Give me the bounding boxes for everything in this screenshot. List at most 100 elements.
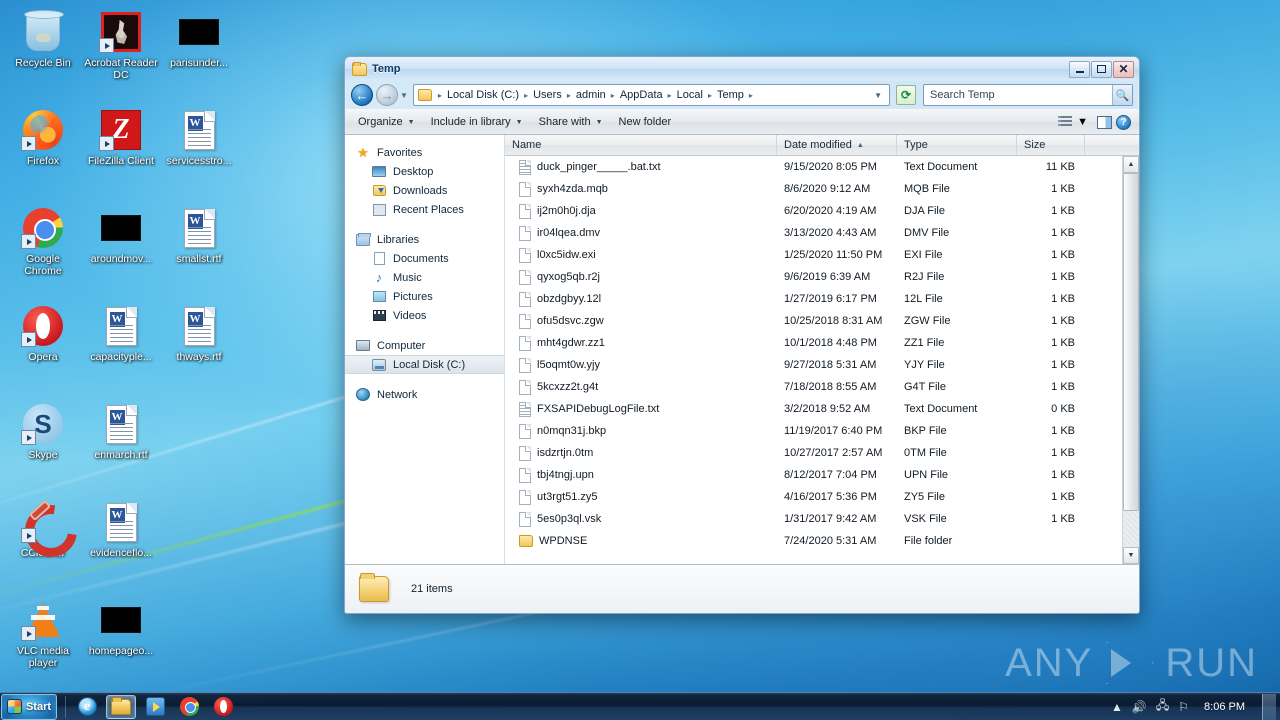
scrollbar-thumb[interactable] — [1123, 173, 1139, 511]
desktop-icon-parisunder[interactable]: parisunder... — [162, 6, 236, 102]
breadcrumb-item[interactable]: Temp — [715, 87, 746, 103]
clock[interactable]: 8:06 PM — [1198, 701, 1251, 713]
scroll-down-button[interactable]: ▼ — [1123, 547, 1139, 564]
taskbar-button-media-player[interactable] — [140, 695, 170, 719]
nav-group-favorites[interactable]: ★ Favorites — [345, 143, 504, 162]
sidebar-item-music[interactable]: ♪ Music — [345, 268, 504, 287]
breadcrumb-item[interactable]: Users — [531, 87, 564, 103]
desktop-icon-filezilla-client[interactable]: Z FileZilla Client — [84, 104, 158, 200]
table-row[interactable]: WPDNSE 7/24/2020 5:31 AM File folder — [505, 530, 1122, 552]
table-row[interactable]: obzdgbyy.12l 1/27/2019 6:17 PM 12L File 1 K… — [505, 288, 1122, 310]
desktop-icon-homepageo[interactable]: homepageo... — [84, 594, 158, 690]
address-dropdown-icon[interactable]: ▼ — [869, 91, 887, 100]
network-icon[interactable]: 🖧 — [1156, 696, 1169, 717]
desktop-icon-skype[interactable]: Skype — [6, 398, 80, 494]
desktop-icon-servicesstro[interactable]: Wservicesstro... — [162, 104, 236, 200]
desktop[interactable]: Recycle Bin Acrobat Reader DC parisunder..… — [0, 0, 1280, 720]
desktop-icon-enmarch-rtf[interactable]: Wenmarch.rtf — [84, 398, 158, 494]
column-header-type[interactable]: Type — [897, 135, 1017, 155]
address-bar[interactable]: ▸ Local Disk (C:) ▸ Users ▸ admin ▸ AppData ▸ Loc… — [412, 84, 890, 106]
include-in-library-button[interactable]: Include in library ▼ — [424, 113, 530, 131]
sidebar-item-documents[interactable]: Documents — [345, 249, 504, 268]
view-options-button[interactable]: ▼ — [1053, 114, 1093, 130]
minimize-button[interactable] — [1069, 60, 1090, 78]
maximize-button[interactable] — [1091, 60, 1112, 78]
sidebar-item-downloads[interactable]: Downloads — [345, 181, 504, 200]
table-row[interactable]: l0xc5idw.exi 1/25/2020 11:50 PM EXI File 1 … — [505, 244, 1122, 266]
organize-button[interactable]: Organize ▼ — [351, 113, 422, 131]
action-center-icon[interactable]: ⚐ — [1178, 700, 1189, 714]
file-rows[interactable]: duck_pinger_____.bat.txt 9/15/2020 8:05 P… — [505, 156, 1122, 564]
taskbar-button-windows-explorer[interactable] — [106, 694, 136, 719]
table-row[interactable]: FXSAPIDebugLogFile.txt 3/2/2018 9:52 AM Te… — [505, 398, 1122, 420]
sidebar-item-desktop[interactable]: Desktop — [345, 162, 504, 181]
scroll-up-button[interactable]: ▲ — [1123, 156, 1139, 173]
refresh-button[interactable]: ⟳ — [896, 85, 916, 105]
desktop-icon-recycle-bin[interactable]: Recycle Bin — [6, 6, 80, 102]
preview-pane-button[interactable] — [1097, 115, 1112, 129]
system-tray[interactable]: ▲ 🔊 🖧 ⚐ 8:06 PM — [1111, 693, 1280, 720]
desktop-icon-acrobat-reader-dc[interactable]: Acrobat Reader DC — [84, 6, 158, 102]
desktop-icon-firefox[interactable]: Firefox — [6, 104, 80, 200]
desktop-icon-vlc-media-player[interactable]: VLC media player — [6, 594, 80, 690]
sidebar-item-local-disk-c[interactable]: Local Disk (C:) — [345, 355, 504, 374]
vertical-scrollbar[interactable]: ▲ ▼ — [1122, 156, 1139, 564]
column-header-size[interactable]: Size — [1017, 135, 1085, 155]
title-bar[interactable]: Temp ✕ — [345, 57, 1139, 81]
desktop-icon-ccleaner[interactable]: CCleaner — [6, 496, 80, 592]
desktop-icon-thways-rtf[interactable]: Wthways.rtf — [162, 300, 236, 396]
table-row[interactable]: ut3rgt51.zy5 4/16/2017 5:36 PM ZY5 File 1 K… — [505, 486, 1122, 508]
table-row[interactable]: ir04lqea.dmv 3/13/2020 4:43 AM DMV File 1 K… — [505, 222, 1122, 244]
help-button[interactable]: ? — [1116, 114, 1131, 130]
taskbar-button-google-chrome[interactable] — [174, 695, 204, 719]
close-button[interactable]: ✕ — [1113, 60, 1134, 78]
new-folder-button[interactable]: New folder — [612, 113, 679, 131]
share-with-button[interactable]: Share with ▼ — [532, 113, 610, 131]
desktop-icon-aroundmov[interactable]: aroundmov... — [84, 202, 158, 298]
sidebar-item-videos[interactable]: Videos — [345, 306, 504, 325]
table-row[interactable]: qyxog5qb.r2j 9/6/2019 6:39 AM R2J File 1 KB — [505, 266, 1122, 288]
desktop-icon-smallst-rtf[interactable]: Wsmallst.rtf — [162, 202, 236, 298]
nav-group-computer[interactable]: Computer — [345, 336, 504, 355]
navigation-pane[interactable]: ★ Favorites Desktop Downloads Recent Places L… — [345, 135, 505, 564]
recent-pages-dropdown[interactable]: ▼ — [400, 91, 408, 100]
table-row[interactable]: ij2m0h0j.dja 6/20/2020 4:19 AM DJA File 1 K… — [505, 200, 1122, 222]
taskbar[interactable]: Start ▲ 🔊 🖧 ⚐ 8:06 PM — [0, 692, 1280, 720]
table-row[interactable]: 5kcxzz2t.g4t 7/18/2018 8:55 AM G4T File 1 K… — [505, 376, 1122, 398]
desktop-icon-google-chrome[interactable]: Google Chrome — [6, 202, 80, 298]
nav-group-network[interactable]: Network — [345, 385, 504, 404]
taskbar-button-opera[interactable] — [208, 695, 238, 719]
nav-group-libraries[interactable]: Libraries — [345, 230, 504, 249]
search-icon[interactable]: 🔍 — [1112, 85, 1132, 105]
taskbar-button-internet-explorer[interactable] — [72, 695, 102, 719]
table-row[interactable]: syxh4zda.mqb 8/6/2020 9:12 AM MQB File 1 KB — [505, 178, 1122, 200]
desktop-icon-opera[interactable]: Opera — [6, 300, 80, 396]
table-row[interactable]: l5oqmt0w.yjy 9/27/2018 5:31 AM YJY File 1 K… — [505, 354, 1122, 376]
table-row[interactable]: isdzrtjn.0tm 10/27/2017 2:57 AM 0TM File 1 … — [505, 442, 1122, 464]
desktop-icon-capacityple[interactable]: Wcapacityple... — [84, 300, 158, 396]
search-input[interactable]: Search Temp 🔍 — [923, 84, 1133, 106]
table-row[interactable]: ofu5dsvc.zgw 10/25/2018 8:31 AM ZGW File 1 … — [505, 310, 1122, 332]
table-row[interactable]: 5es0p3ql.vsk 1/31/2017 9:42 AM VSK File 1 K… — [505, 508, 1122, 530]
forward-button[interactable]: → — [376, 84, 398, 106]
table-row[interactable]: duck_pinger_____.bat.txt 9/15/2020 8:05 P… — [505, 156, 1122, 178]
show-desktop-button[interactable] — [1262, 693, 1276, 720]
breadcrumb-item[interactable]: AppData — [618, 87, 665, 103]
table-row[interactable]: tbj4tngj.upn 8/12/2017 7:04 PM UPN File 1 K… — [505, 464, 1122, 486]
desktop-icon-evidenceflo[interactable]: Wevidenceflo... — [84, 496, 158, 592]
explorer-window[interactable]: Temp ✕ ← → ▼ ▸ Local Disk (C:) ▸ Users ▸ admi… — [344, 56, 1140, 614]
sidebar-item-recent-places[interactable]: Recent Places — [345, 200, 504, 219]
column-header-date-modified[interactable]: Date modified ▲ — [777, 135, 897, 155]
volume-icon[interactable]: 🔊 — [1132, 700, 1147, 714]
sidebar-item-pictures[interactable]: Pictures — [345, 287, 504, 306]
scrollbar-track[interactable] — [1123, 173, 1139, 547]
start-button[interactable]: Start — [1, 693, 57, 720]
column-header-name[interactable]: Name — [505, 135, 777, 155]
breadcrumb-item[interactable]: admin — [574, 87, 608, 103]
back-button[interactable]: ← — [351, 84, 373, 106]
table-row[interactable]: mht4gdwr.zz1 10/1/2018 4:48 PM ZZ1 File 1 K… — [505, 332, 1122, 354]
breadcrumb-item[interactable]: Local — [675, 87, 705, 103]
table-row[interactable]: n0mqn31j.bkp 11/19/2017 6:40 PM BKP File 1 … — [505, 420, 1122, 442]
breadcrumb-item[interactable]: Local Disk (C:) — [445, 87, 521, 103]
show-hidden-icons-button[interactable]: ▲ — [1111, 700, 1123, 714]
